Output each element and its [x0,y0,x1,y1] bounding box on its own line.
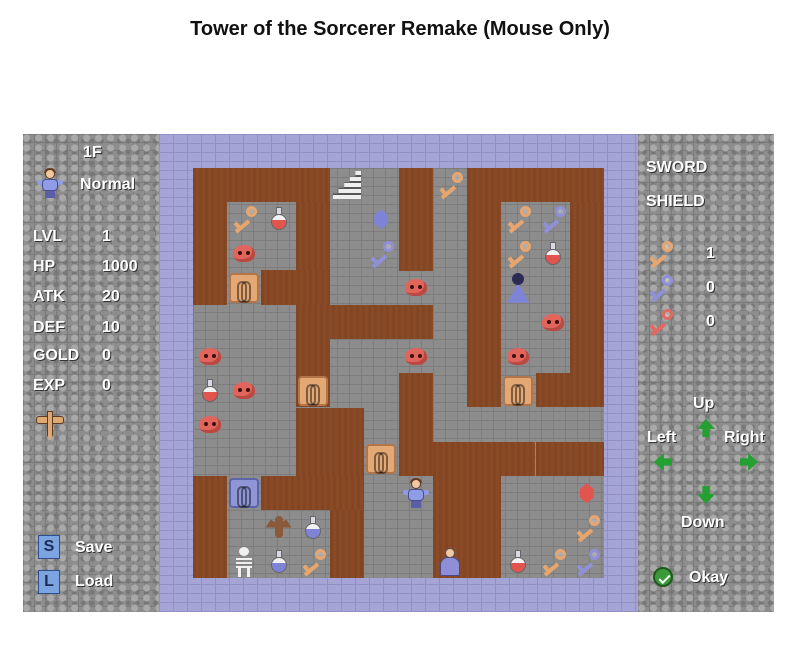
yellow-key-count: 1 [706,245,715,262]
wall [399,373,433,476]
yellow-key-icon [570,511,604,545]
wall [261,476,364,510]
wizard-icon [501,271,535,305]
load-key-icon[interactable]: L [38,570,60,594]
stat-label-def: DEF [33,319,65,336]
yellow-key-icon [643,237,677,271]
stat-value-atk: 20 [102,288,120,305]
blue-key-count: 0 [706,279,715,296]
load-button[interactable]: Load [75,573,113,591]
up-label: Up [693,395,715,412]
red-gem-icon [570,476,604,510]
shield-slot-label: SHIELD [646,193,705,210]
save-button[interactable]: Save [75,539,112,557]
left-label: Left [647,429,677,446]
bat-icon [262,511,296,545]
save-key-icon[interactable]: S [38,535,60,559]
page-title: Tower of the Sorcerer Remake (Mouse Only… [190,18,610,40]
red-slime-icon [193,408,227,442]
red-potion-icon [536,237,570,271]
blue-key-icon [643,271,677,305]
winged-emblem-icon [36,411,64,441]
hero-portrait-icon [33,166,67,200]
up-arrow-icon[interactable] [697,419,715,437]
stat-value-hp: 1000 [102,258,138,275]
wall [261,270,330,305]
floor-label: 1F [83,144,102,161]
red-slime-icon [399,339,433,373]
blue-gem-icon [364,202,398,236]
skeleton-icon [227,545,261,579]
game-window: 1F Normal LVL 1 HP 1000 ATK 20 DEF 10 GO… [23,134,774,612]
red-potion-icon [193,374,227,408]
wall [193,476,227,578]
yellow-door[interactable] [227,271,261,305]
wall [399,168,433,271]
wall [433,442,535,476]
blue-potion-icon [296,511,330,545]
down-label: Down [681,514,725,531]
stat-label-exp: EXP [33,377,66,394]
right-arrow-icon[interactable] [740,453,758,471]
yellow-key-icon [227,202,261,236]
stat-value-gold: 0 [102,347,111,364]
blue-key-icon [536,202,570,236]
wall [467,168,604,202]
stat-label-atk: ATK [33,288,65,305]
stat-value-exp: 0 [102,377,111,394]
red-slime-icon [501,339,535,373]
inventory-panel: SWORD SHIELD 1 0 0 Up Left Right Down Ok… [638,134,774,612]
wall [296,408,364,476]
sword-slot-label: SWORD [646,159,708,176]
red-slime-icon [399,271,433,305]
blue-key-icon [570,545,604,579]
red-slime-icon [536,305,570,339]
red-potion-icon [501,545,535,579]
red-slime-icon [227,374,261,408]
blue-potion-icon [262,545,296,579]
blue-key-icon [364,237,398,271]
stat-value-def: 10 [102,319,120,336]
wall [536,442,604,476]
hero-icon [399,476,433,510]
yellow-key-icon [433,168,467,202]
wall [570,202,604,407]
okay-button[interactable]: Okay [689,569,728,587]
wall [330,510,364,578]
red-slime-icon [193,339,227,373]
game-board [159,134,638,612]
wall [467,202,501,407]
blue-door[interactable] [227,476,261,510]
wall [536,373,570,407]
yellow-door[interactable] [296,374,330,408]
stat-label-lvl: LVL [33,228,63,245]
floor-area[interactable] [193,168,604,578]
yellow-door[interactable] [364,442,398,476]
stat-value-lvl: 1 [102,228,111,245]
wall [296,202,330,270]
difficulty-label: Normal [80,176,136,193]
red-key-count: 0 [706,313,715,330]
yellow-key-icon [501,202,535,236]
stairs[interactable] [330,168,364,202]
wall [193,168,330,202]
left-arrow-icon[interactable] [654,453,672,471]
right-label: Right [724,429,765,446]
yellow-key-icon [536,545,570,579]
down-arrow-icon[interactable] [697,486,715,504]
yellow-key-icon [296,545,330,579]
stat-label-gold: GOLD [33,347,80,364]
red-key-icon [643,305,677,339]
red-potion-icon [262,202,296,236]
status-panel: 1F Normal LVL 1 HP 1000 ATK 20 DEF 10 GO… [23,134,159,612]
red-slime-icon [227,237,261,271]
okay-icon[interactable] [653,567,673,587]
yellow-key-icon [501,237,535,271]
wall [193,202,227,305]
stat-label-hp: HP [33,258,56,275]
yellow-door[interactable] [501,374,535,408]
wall [296,305,433,339]
sage-icon [433,545,467,579]
